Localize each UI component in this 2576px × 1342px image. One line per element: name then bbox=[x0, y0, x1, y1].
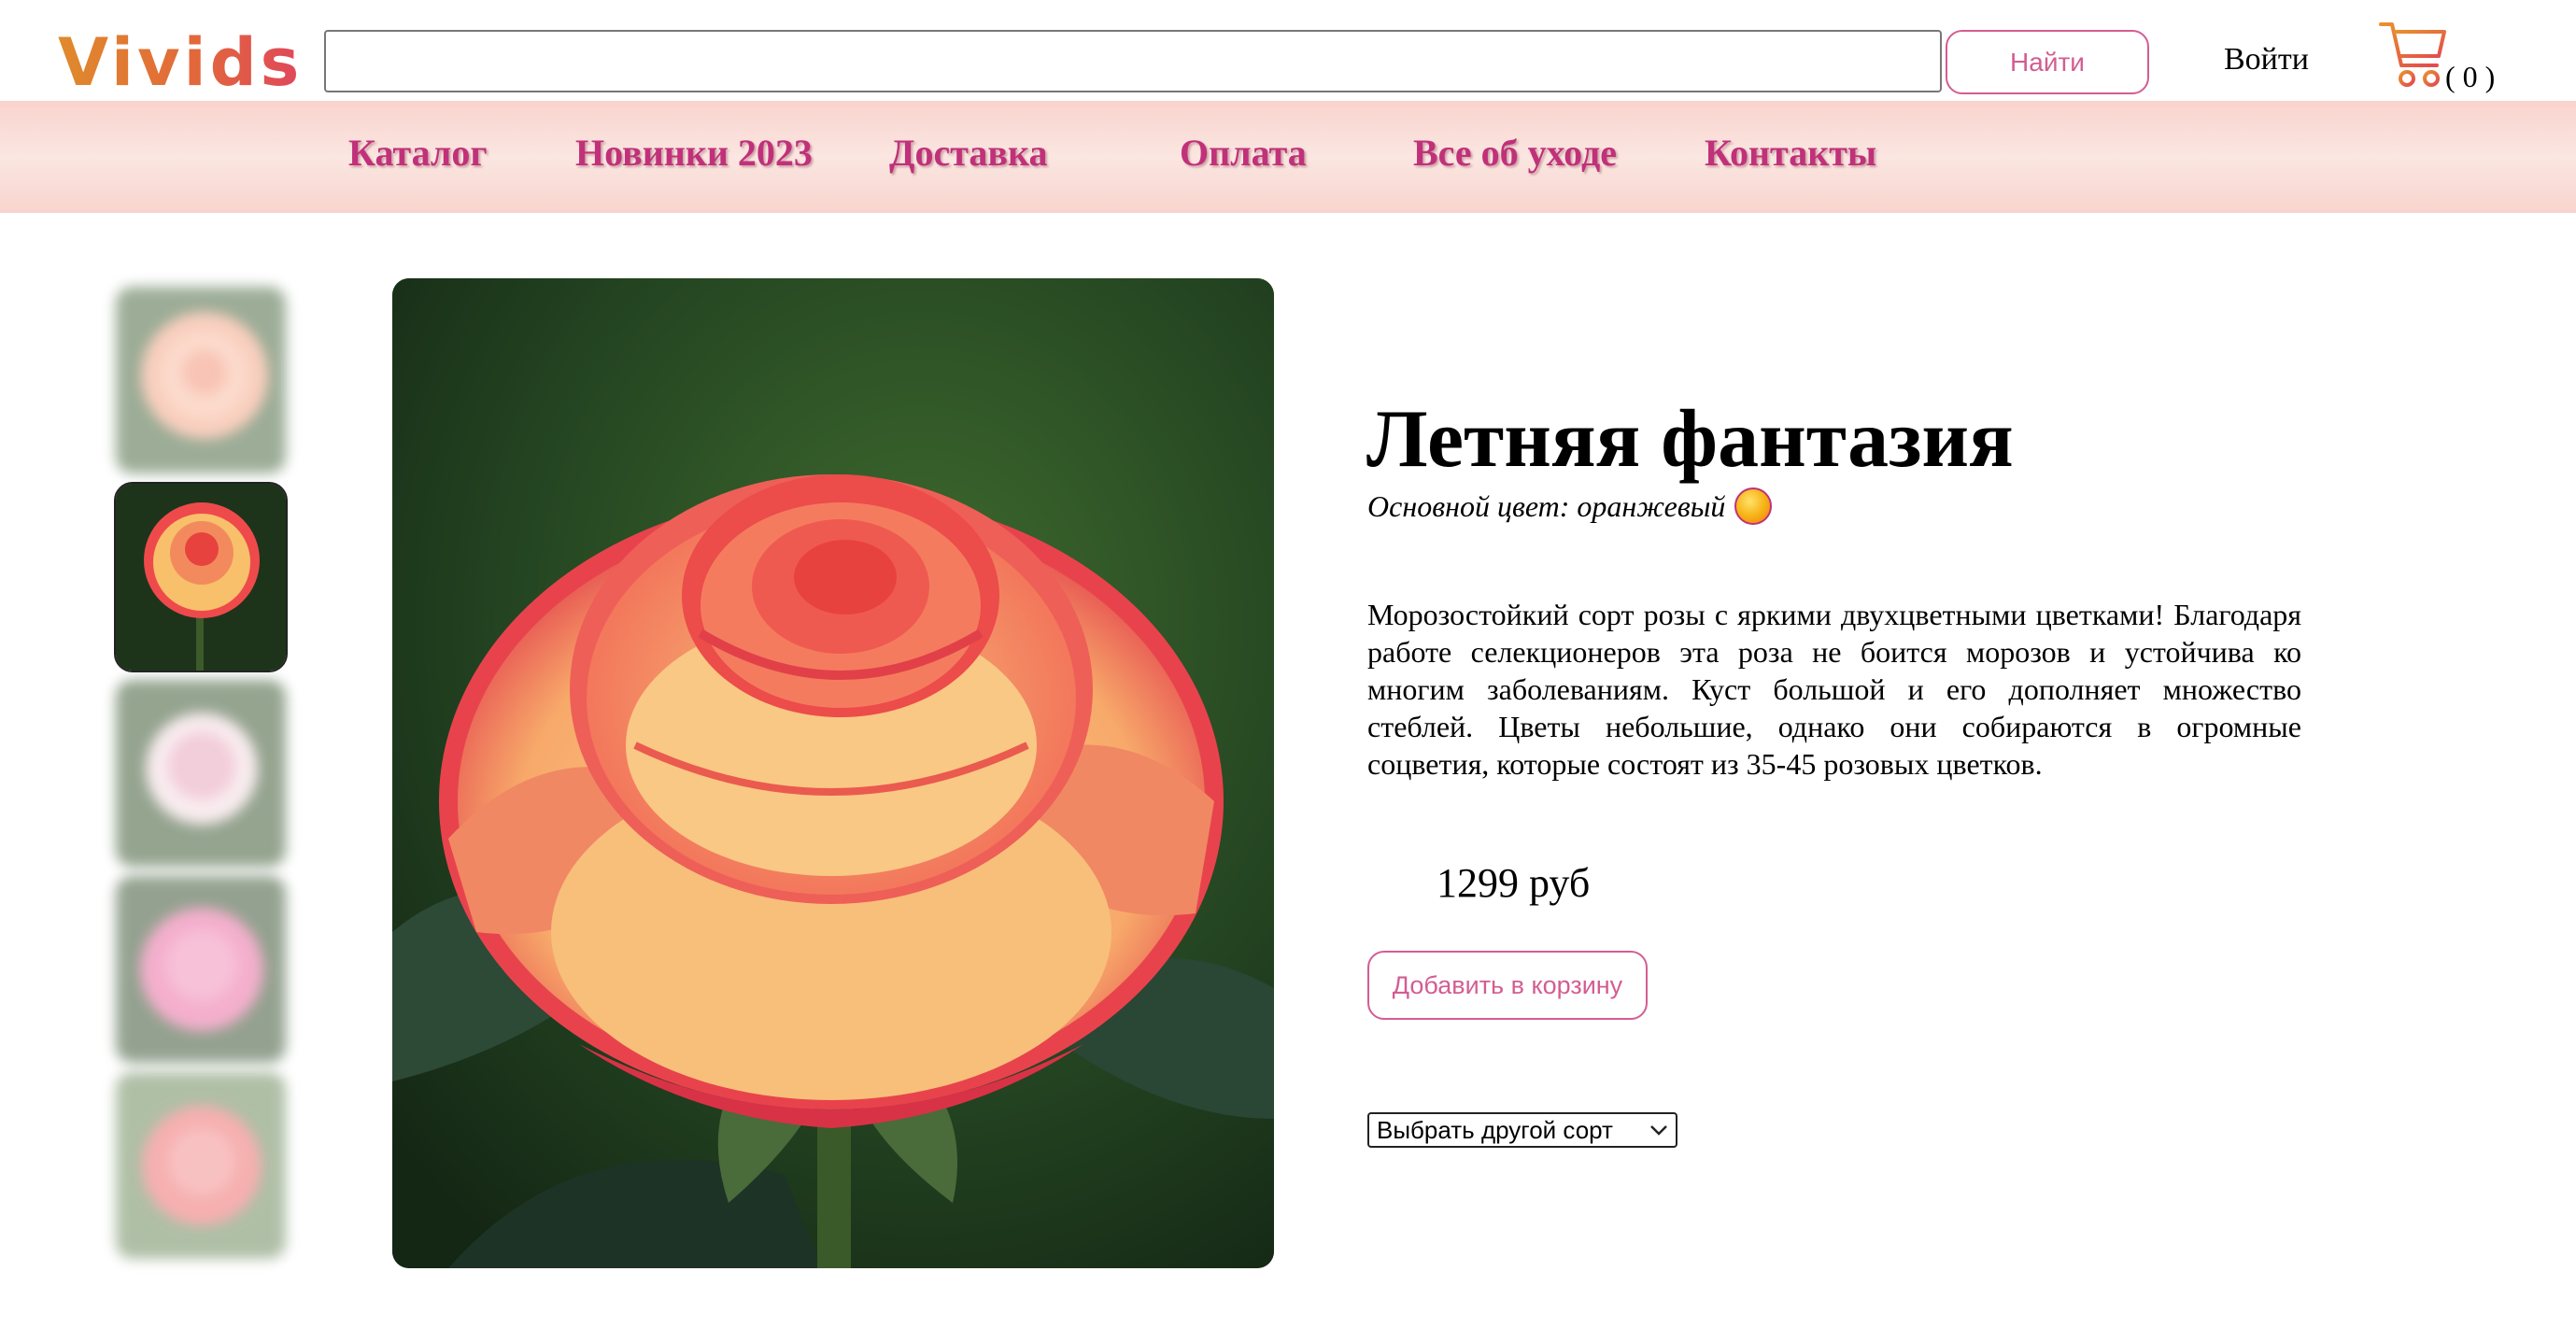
rose-thumbnail-image bbox=[116, 287, 286, 473]
cart-icon bbox=[2379, 22, 2446, 87]
thumbnail-pink-rose[interactable] bbox=[116, 876, 286, 1063]
product-color: Основной цвет: оранжевый bbox=[1367, 487, 1773, 526]
rose-thumbnail-image bbox=[116, 1072, 286, 1259]
color-label: Основной цвет: оранжевый bbox=[1367, 489, 1726, 523]
nav-item-catalog[interactable]: Каталог bbox=[348, 128, 488, 178]
product-description: Морозостойкий сорт розы с яркими двухцве… bbox=[1367, 598, 2301, 781]
search-input[interactable] bbox=[324, 30, 1942, 92]
nav-item-new-2023[interactable]: Новинки 2023 bbox=[575, 128, 813, 178]
variety-select[interactable]: Выбрать другой сорт bbox=[1367, 1112, 1677, 1148]
search-button[interactable]: Найти bbox=[1946, 30, 2149, 94]
rose-thumbnail-image bbox=[116, 680, 286, 867]
thumbnail-coral-rose[interactable] bbox=[116, 1072, 286, 1259]
cart-button[interactable]: ( 0 ) bbox=[2377, 19, 2508, 93]
nav-item-care[interactable]: Все об уходе bbox=[1413, 128, 1617, 178]
product-main-image bbox=[392, 278, 1274, 1268]
nav-item-delivery[interactable]: Доставка bbox=[889, 128, 1047, 178]
rose-thumbnail-image bbox=[116, 484, 286, 671]
product-price: 1299 руб bbox=[1437, 860, 1591, 906]
rose-thumbnail-image bbox=[116, 876, 286, 1063]
site-logo[interactable]: Vivids bbox=[58, 21, 303, 105]
nav-item-contacts[interactable]: Контакты bbox=[1705, 128, 1876, 178]
nav-item-payment[interactable]: Оплата bbox=[1180, 128, 1307, 178]
login-link[interactable]: Войти bbox=[2224, 39, 2309, 80]
orange-color-swatch-icon bbox=[1734, 487, 1773, 525]
add-to-cart-button[interactable]: Добавить в корзину bbox=[1367, 951, 1648, 1020]
thumbnail-yellow-red-rose[interactable] bbox=[114, 482, 288, 672]
cart-count: ( 0 ) bbox=[2445, 60, 2496, 93]
thumbnail-peach-rose[interactable] bbox=[116, 287, 286, 473]
rose-image bbox=[392, 278, 1274, 1268]
variety-select-value: Выбрать другой сорт bbox=[1377, 1116, 1613, 1144]
chevron-down-icon bbox=[1650, 1125, 1667, 1136]
thumbnail-white-pink-rose[interactable] bbox=[116, 680, 286, 867]
product-title: Летняя фантазия bbox=[1366, 394, 2014, 485]
